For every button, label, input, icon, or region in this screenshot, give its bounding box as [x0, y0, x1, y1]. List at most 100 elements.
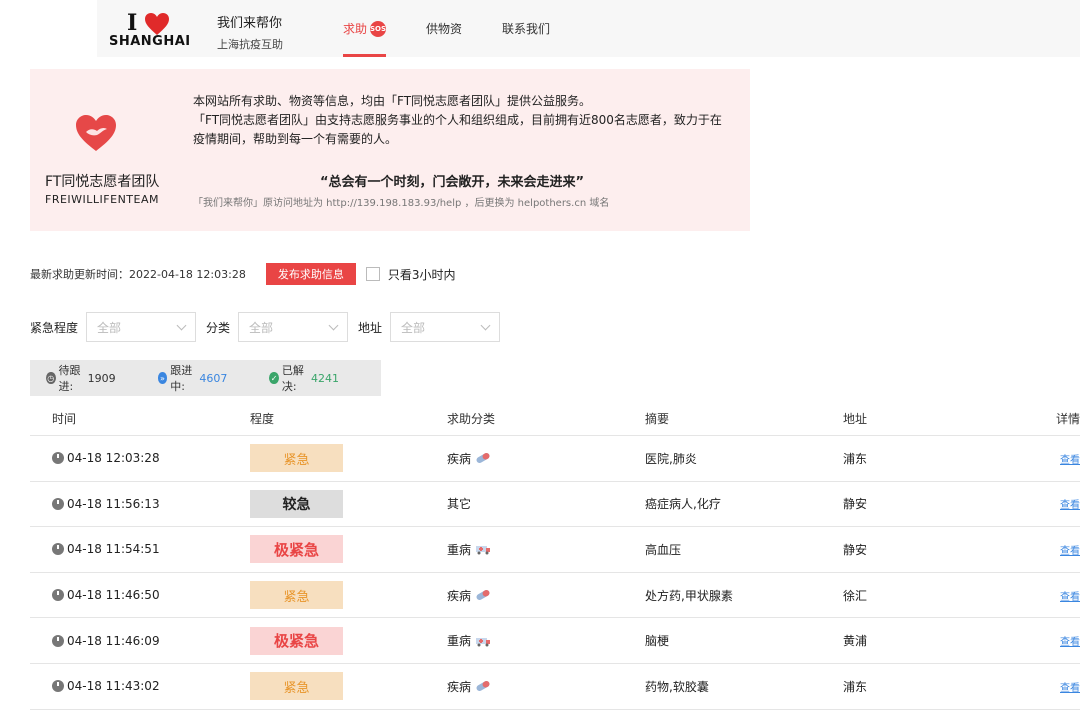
check-circle-icon: ✓ — [269, 372, 279, 384]
top-navbar: I SHANGHAI 我们来帮你 上海抗疫互助 求助 SOS 供物资 联系我们 — [97, 0, 1080, 57]
address-select[interactable]: 全部 — [390, 312, 501, 342]
row-category: 疾病 — [447, 451, 472, 466]
stat-inprogress[interactable]: » 跟进中: 4607 — [157, 362, 228, 394]
header-detail: 详情 — [1055, 412, 1080, 426]
row-summary: 处方药,甲状腺素 — [645, 588, 733, 603]
pill-icon — [476, 681, 490, 692]
row-address: 浦东 — [843, 451, 868, 466]
publish-help-button[interactable]: 发布求助信息 — [265, 263, 356, 285]
team-english-name: FREIWILLIFENTEAM — [45, 193, 159, 206]
row-category: 重病 — [447, 634, 472, 649]
cell-time: 04-18 11:43:02 — [30, 679, 250, 693]
urgency-select-value: 全部 — [97, 320, 122, 335]
view-detail-link[interactable]: 查看 — [1060, 592, 1080, 603]
cell-level: 极紧急 — [250, 535, 447, 564]
cell-time: 04-18 11:46:50 — [30, 588, 250, 602]
stat-resolved[interactable]: ✓ 已解决: 4241 — [269, 362, 339, 394]
header-summary: 摘要 — [645, 412, 670, 426]
team-heart-icon — [76, 115, 116, 151]
cell-detail: 查看 — [1040, 542, 1080, 557]
ambulance-icon — [476, 546, 491, 555]
urgency-badge: 极紧急 — [250, 535, 343, 564]
clock-icon — [52, 680, 64, 693]
cell-level: 极紧急 — [250, 626, 447, 655]
view-detail-link[interactable]: 查看 — [1060, 683, 1080, 694]
cell-level: 紧急 — [250, 581, 447, 610]
row-time: 04-18 11:46:09 — [67, 633, 160, 648]
row-category: 疾病 — [447, 588, 472, 603]
recent-only-filter[interactable]: 只看3小时内 — [365, 266, 456, 283]
stat-pending-label: 待跟进: — [58, 364, 81, 393]
chevron-down-icon — [176, 320, 187, 330]
cell-detail: 查看 — [1040, 679, 1080, 694]
cell-time: 04-18 11:56:13 — [30, 497, 250, 511]
recent-only-checkbox[interactable] — [365, 267, 380, 281]
cell-detail: 查看 — [1040, 451, 1080, 466]
filter-bar: 紧急程度 全部 分类 全部 地址 全部 — [30, 312, 510, 342]
chevron-down-icon — [328, 320, 339, 330]
nav-supplies[interactable]: 供物资 — [406, 0, 482, 57]
category-select[interactable]: 全部 — [238, 312, 349, 342]
status-stats: ◷ 待跟进: 1909 » 跟进中: 4607 ✓ 已解决: 4241 — [30, 360, 381, 396]
view-detail-link[interactable]: 查看 — [1060, 637, 1080, 648]
table-row: 04-18 11:56:13 较急 其它 癌症病人,化疗 静安 查看 — [30, 482, 1080, 528]
recent-only-label[interactable]: 只看3小时内 — [388, 266, 456, 283]
brand-text: 我们来帮你 上海抗疫互助 — [217, 12, 283, 52]
category-select-value: 全部 — [249, 320, 274, 335]
chevron-down-icon — [480, 320, 491, 330]
table-row: 04-18 11:54:51 极紧急 重病 高血压 静安 查看 — [30, 527, 1080, 573]
cell-time: 04-18 12:03:28 — [30, 451, 250, 465]
row-time: 04-18 11:54:51 — [67, 542, 160, 557]
urgency-badge: 紧急 — [250, 672, 343, 701]
stat-inprogress-label: 跟进中: — [170, 364, 193, 393]
urgency-select[interactable]: 全部 — [86, 312, 197, 342]
banner-note: 「我们来帮你」原访问地址为 http://139.198.183.93/help… — [193, 198, 610, 209]
cell-time: 04-18 11:54:51 — [30, 542, 250, 556]
address-select-value: 全部 — [401, 320, 426, 335]
header-category: 求助分类 — [447, 412, 496, 426]
view-detail-link[interactable]: 查看 — [1060, 455, 1080, 466]
row-summary: 药物,软胶囊 — [645, 679, 709, 694]
nav-contact[interactable]: 联系我们 — [482, 0, 570, 57]
category-filter-label: 分类 — [206, 320, 231, 335]
clock-icon — [52, 452, 64, 465]
site-logo[interactable]: I SHANGHAI — [109, 10, 190, 50]
nav-help-label: 求助 — [343, 22, 368, 36]
clock-icon — [52, 497, 64, 510]
header-level: 程度 — [250, 412, 275, 426]
stat-pending[interactable]: ◷ 待跟进: 1909 — [46, 362, 116, 394]
cell-category: 疾病 — [447, 678, 645, 695]
cell-level: 紧急 — [250, 444, 447, 473]
row-address: 徐汇 — [843, 588, 868, 603]
nav-help[interactable]: 求助 SOS — [323, 0, 406, 57]
site-title: 我们来帮你 — [217, 16, 283, 31]
row-category: 疾病 — [447, 679, 472, 694]
stat-inprogress-value: 4607 — [199, 371, 228, 385]
cell-level: 紧急 — [250, 672, 447, 701]
stat-resolved-label: 已解决: — [281, 364, 304, 393]
urgency-filter-label: 紧急程度 — [30, 320, 79, 335]
pill-icon — [476, 453, 490, 464]
row-summary: 高血压 — [645, 542, 682, 557]
intro-line-2: 「FT同悦志愿者团队」由支持志愿服务事业的个人和组织组成，目前拥有近800名志愿… — [193, 113, 722, 146]
row-category: 重病 — [447, 542, 472, 557]
view-detail-link[interactable]: 查看 — [1060, 546, 1080, 557]
view-detail-link[interactable]: 查看 — [1060, 500, 1080, 511]
urgency-badge: 较急 — [250, 489, 343, 518]
cell-category: 重病 — [447, 541, 645, 558]
urgency-badge: 紧急 — [250, 444, 343, 473]
logo-letter: I — [127, 10, 138, 36]
double-chevron-icon: » — [157, 372, 168, 384]
row-time: 04-18 12:03:28 — [67, 451, 160, 466]
site-subtitle: 上海抗疫互助 — [217, 38, 283, 51]
table-row: 04-18 12:03:28 紧急 疾病 医院,肺炎 浦东 查看 — [30, 436, 1080, 482]
row-address: 浦东 — [843, 679, 868, 694]
table-row: 04-18 11:46:09 极紧急 重病 脑梗 黄浦 查看 — [30, 618, 1080, 664]
banner-intro: 本网站所有求助、物资等信息，均由「FT同悦志愿者团队」提供公益服务。 「FT同悦… — [193, 92, 733, 149]
urgency-badge: 紧急 — [250, 581, 343, 610]
cell-category: 疾病 — [447, 587, 645, 604]
cell-detail: 查看 — [1040, 588, 1080, 603]
team-banner: FT同悦志愿者团队 FREIWILLIFENTEAM 本网站所有求助、物资等信息… — [30, 69, 750, 231]
row-address: 静安 — [843, 542, 868, 557]
ambulance-icon — [476, 637, 491, 647]
